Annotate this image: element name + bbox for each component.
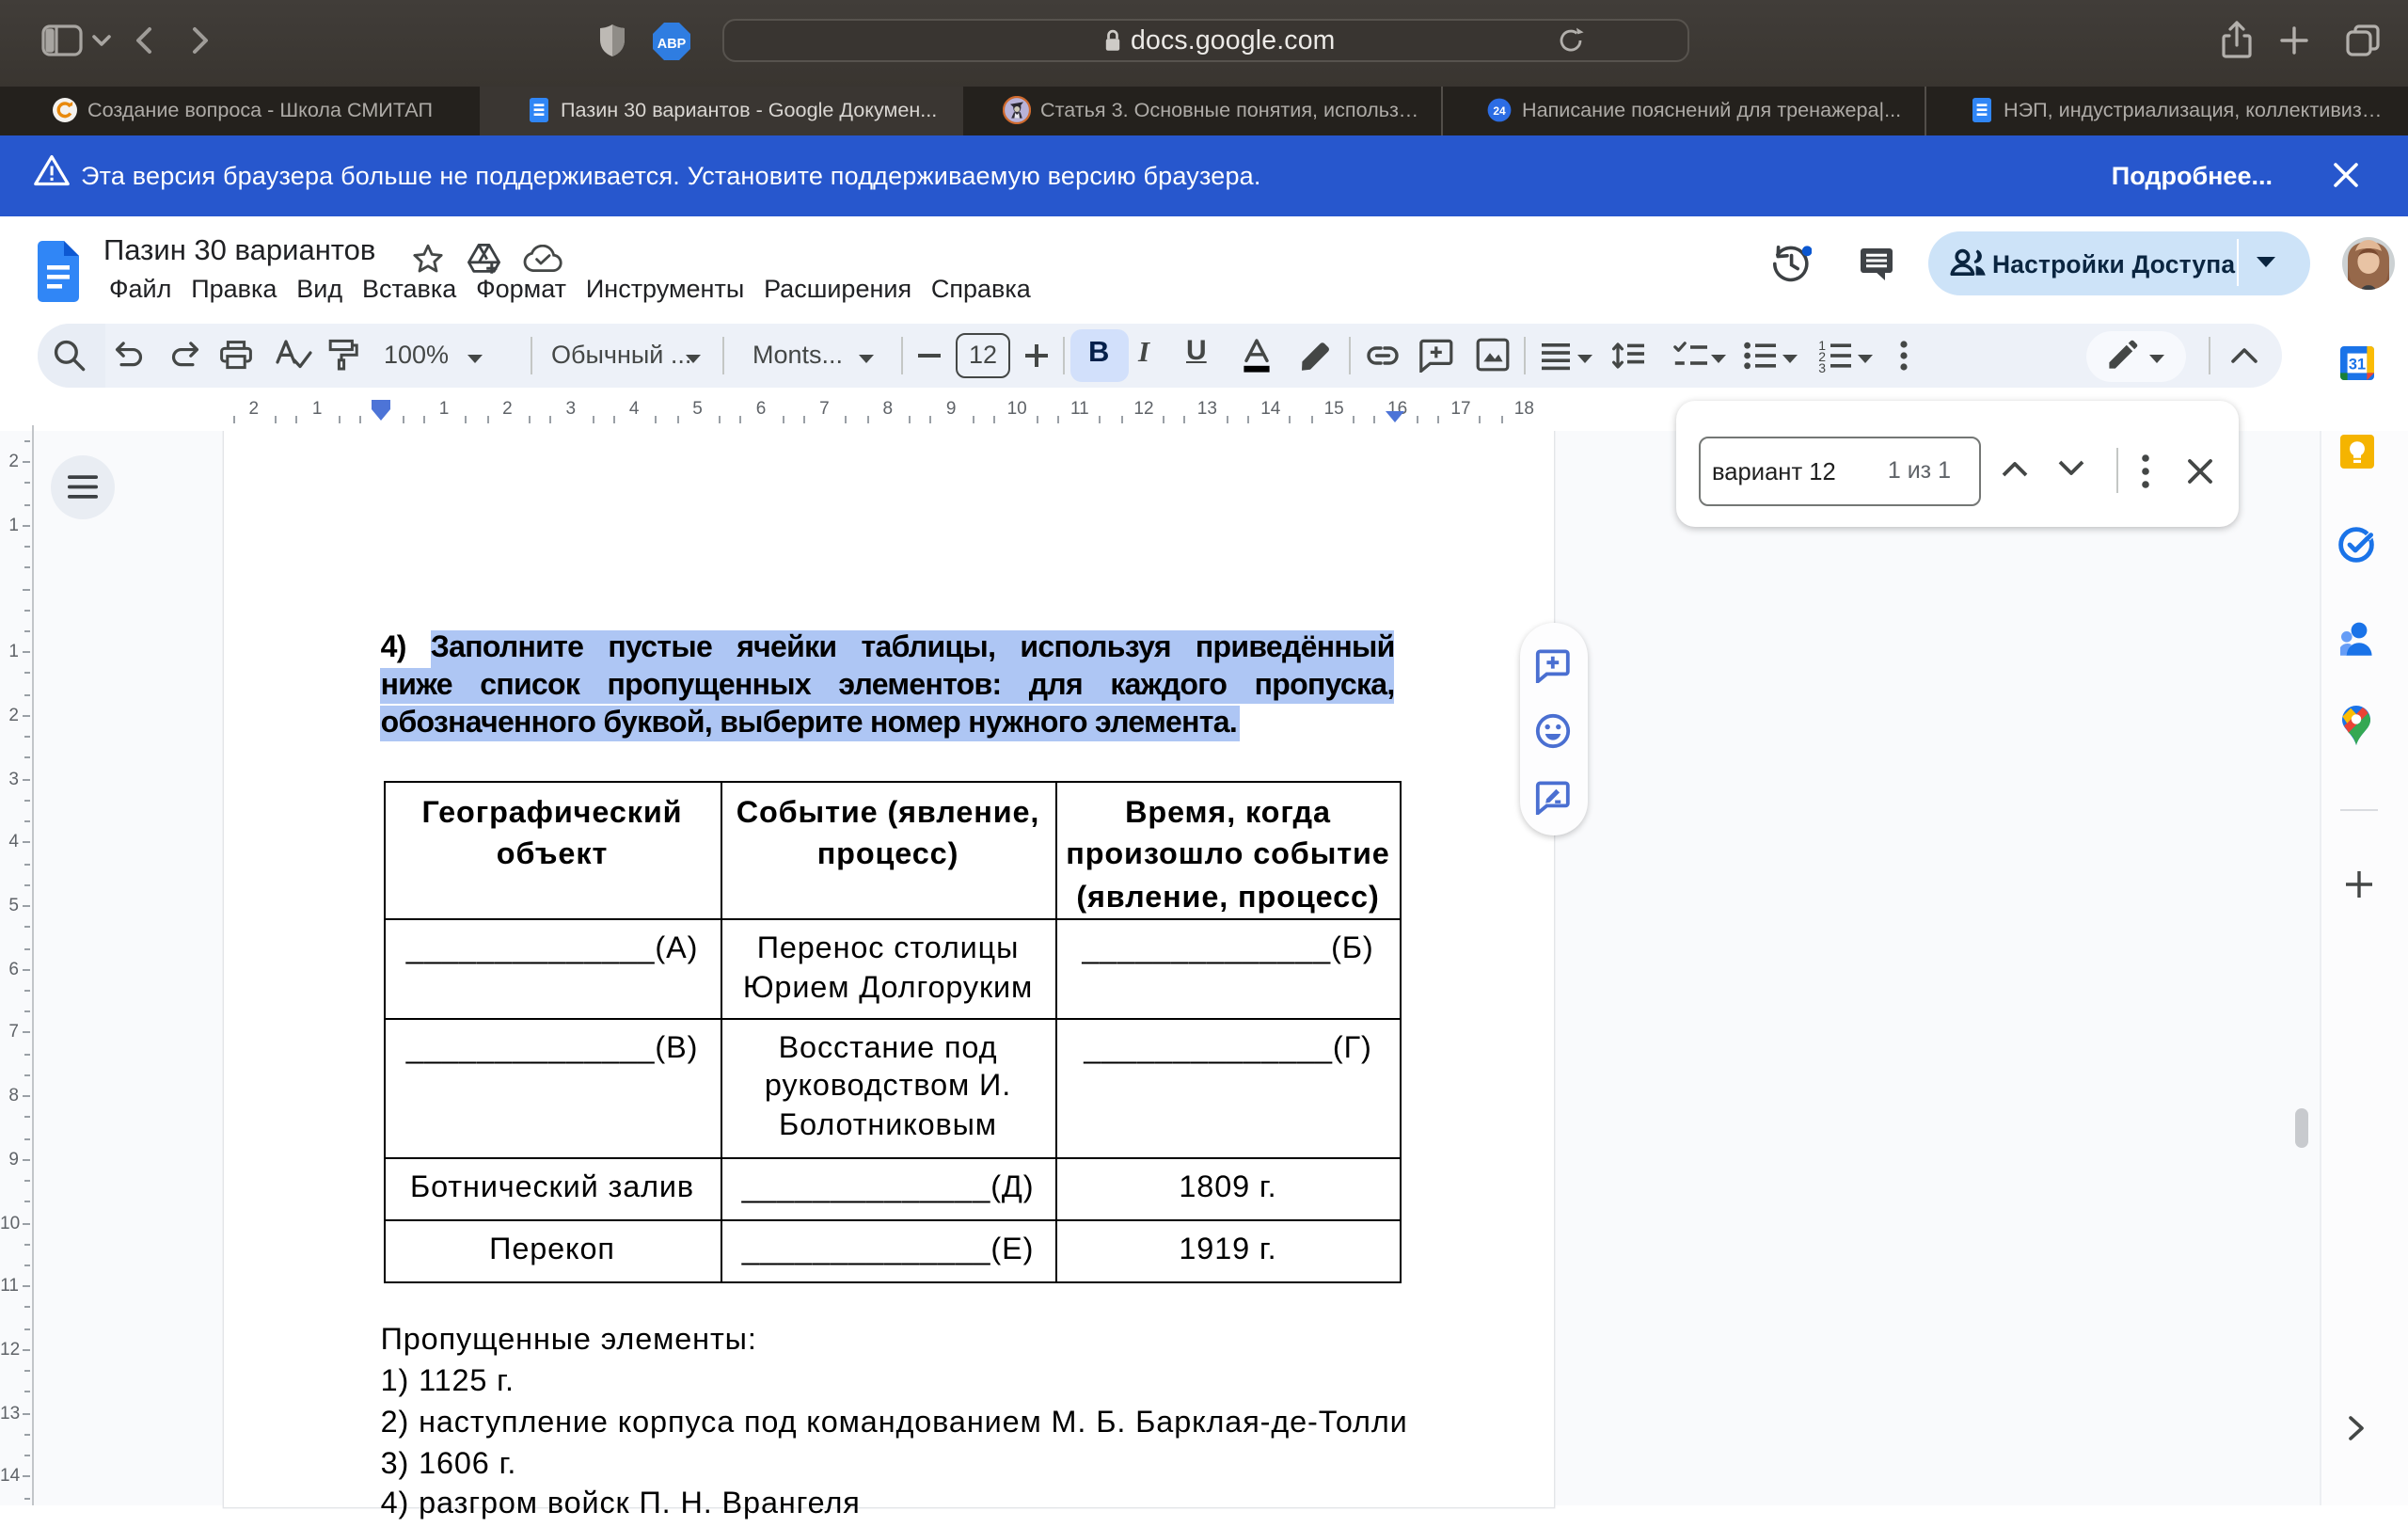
svg-text:ABP: ABP [657, 37, 687, 52]
svg-text:24: 24 [1492, 104, 1505, 118]
svg-text:31: 31 [2349, 355, 2366, 372]
svg-text:3: 3 [1819, 360, 1827, 373]
